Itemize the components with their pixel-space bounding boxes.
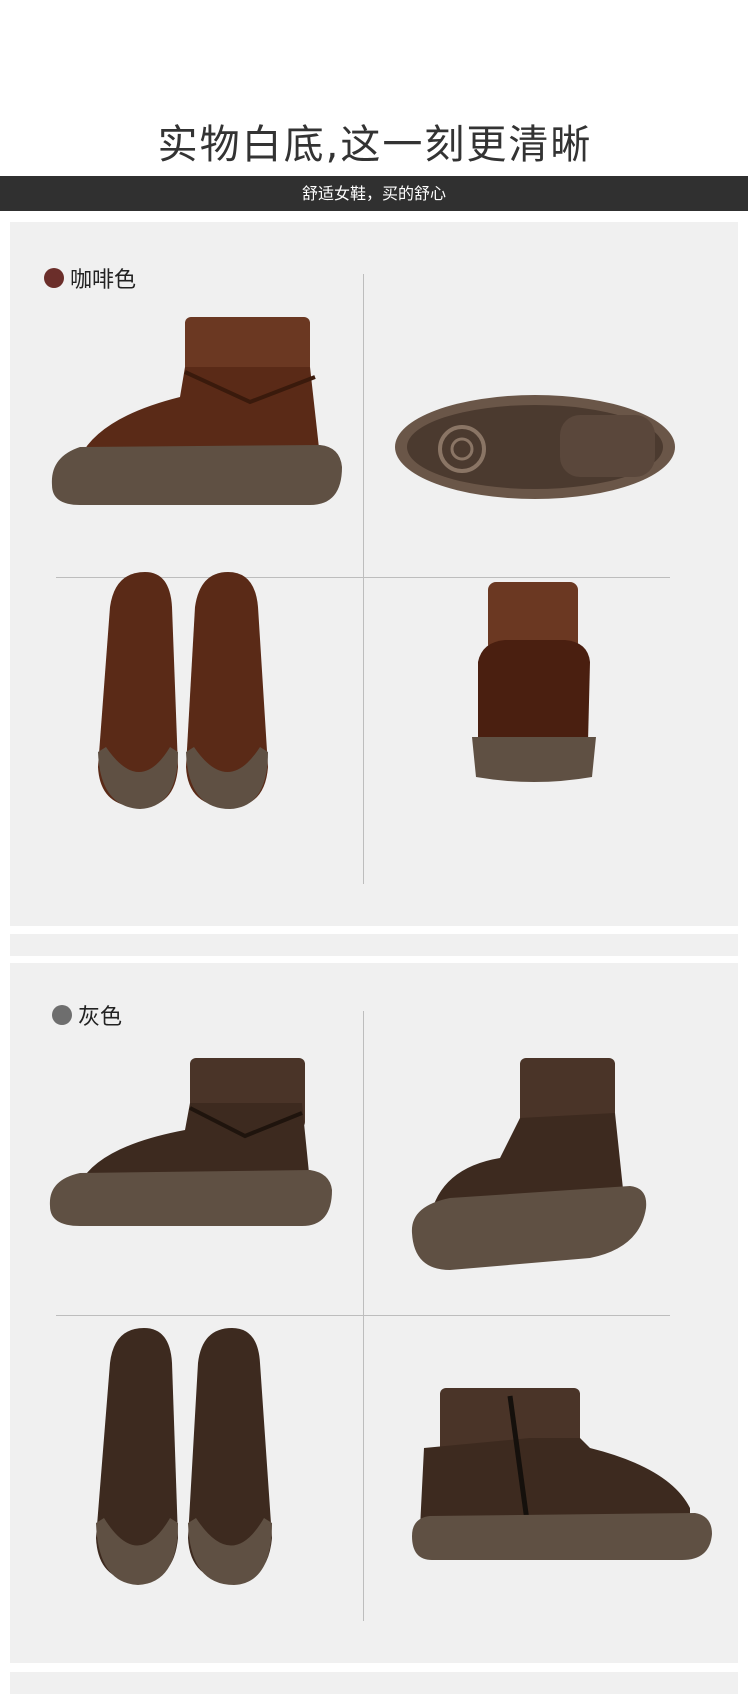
section-separator bbox=[10, 934, 738, 956]
subtitle-bar: 舒适女鞋，买的舒心 bbox=[0, 176, 748, 211]
shoe-angled-view bbox=[411, 1058, 647, 1270]
color-dot-grey bbox=[52, 1005, 72, 1025]
bottom-separator bbox=[10, 1672, 738, 1694]
coffee-color-panel: 咖啡色 bbox=[10, 222, 738, 926]
color-label-text: 灰色 bbox=[78, 1005, 123, 1030]
shoe-front-pair-view bbox=[96, 1328, 272, 1585]
color-dot-coffee bbox=[44, 268, 64, 288]
shoe-sole-view bbox=[395, 395, 675, 499]
shoe-side-view bbox=[51, 317, 342, 505]
color-label-text: 咖啡色 bbox=[70, 268, 137, 293]
page-title: 实物白底,这一刻更清晰 bbox=[157, 122, 593, 168]
grid-divider-horizontal bbox=[56, 1315, 670, 1316]
grid-divider-vertical bbox=[363, 1011, 364, 1621]
shoe-side-view bbox=[49, 1058, 332, 1226]
grey-color-panel: 灰色 bbox=[10, 963, 738, 1663]
color-label-coffee: 咖啡色 bbox=[44, 262, 136, 294]
shoe-front-pair-view bbox=[98, 572, 268, 809]
grid-divider-vertical bbox=[363, 274, 364, 884]
subtitle-text: 舒适女鞋，买的舒心 bbox=[301, 184, 446, 203]
shoe-back-view bbox=[472, 582, 596, 782]
color-label-grey: 灰色 bbox=[52, 999, 122, 1031]
shoe-zipper-side-view bbox=[412, 1388, 712, 1560]
